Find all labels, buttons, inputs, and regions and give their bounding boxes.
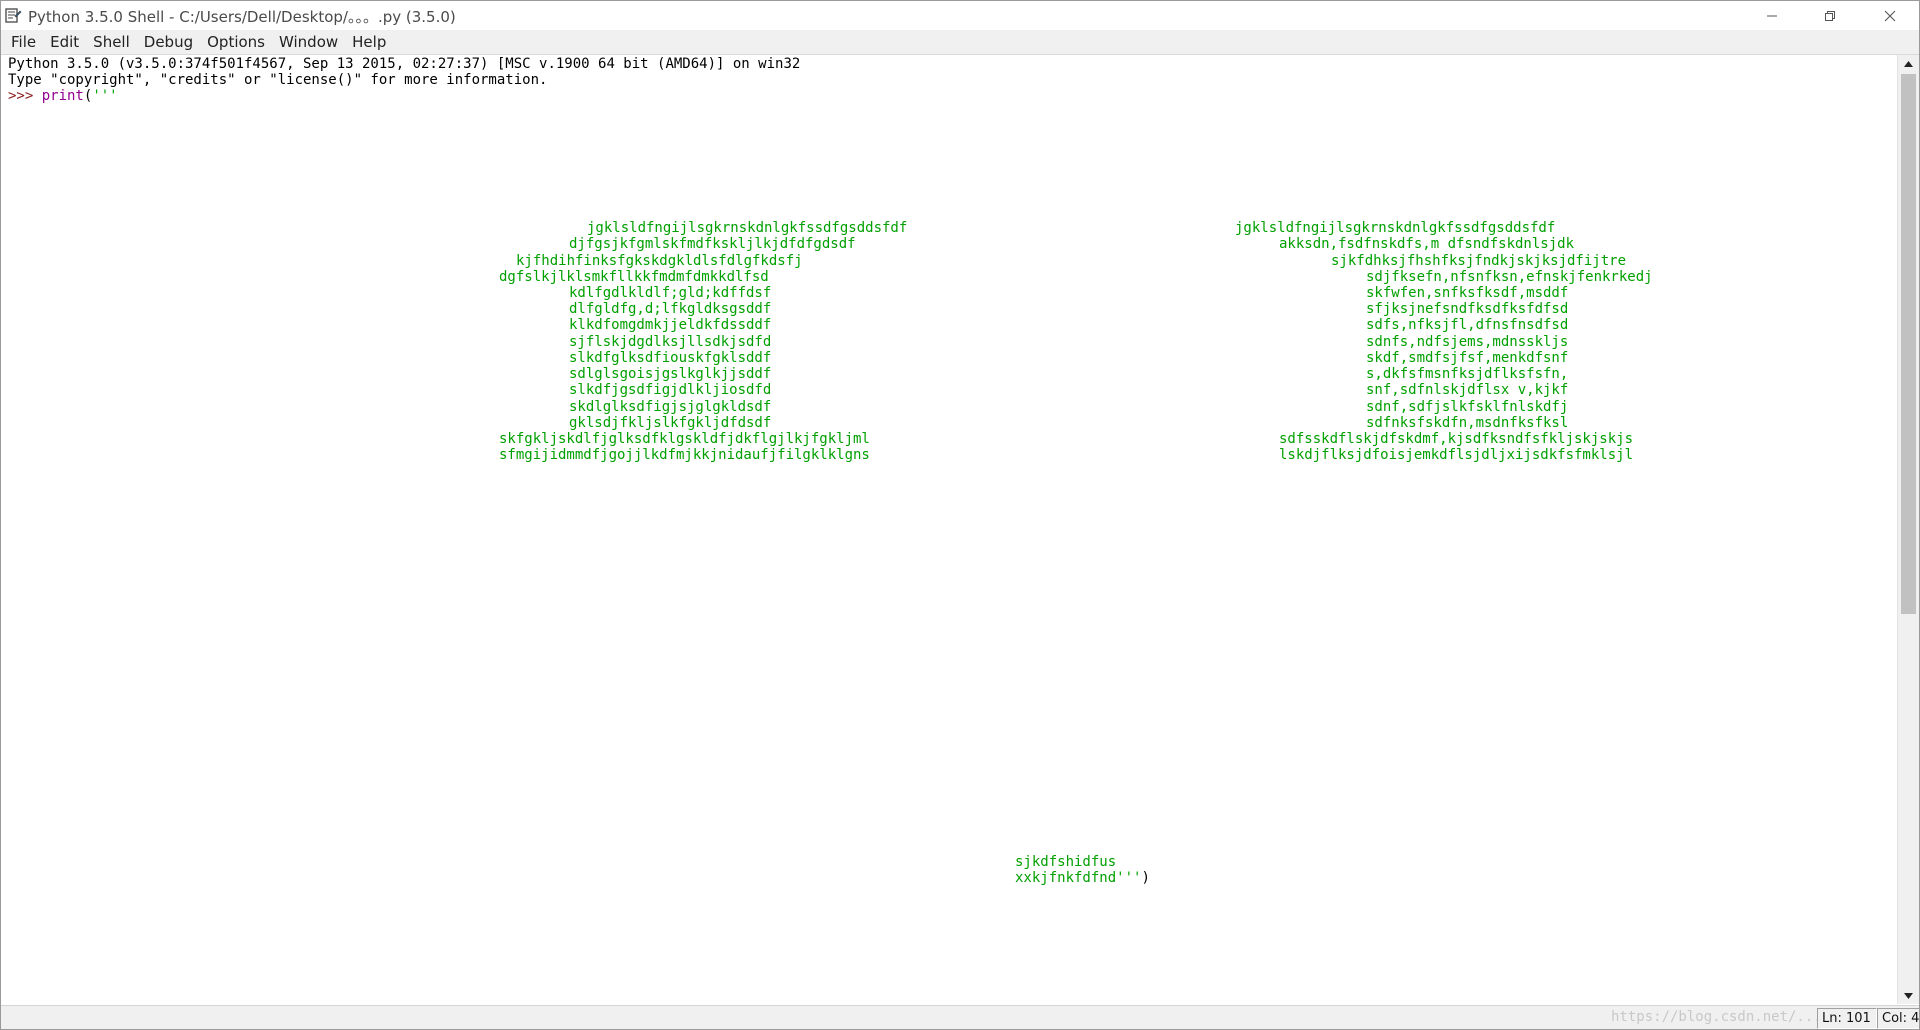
string-line: jgklsldfngijlsgkrnskdnlgkfssdfgsddsfdf xyxy=(587,220,908,236)
minimize-button[interactable] xyxy=(1743,1,1801,30)
print-keyword: print xyxy=(41,88,84,104)
closing-line: xxkjfnkfdfnd''') xyxy=(1015,870,1150,886)
string-line: skfgkljskdlfjglksdfklgskldfjdkflgjlkjfgk… xyxy=(499,431,870,447)
idle-app-icon xyxy=(5,8,22,23)
string-line: sfmgijidmmdfjgojjlkdfmjkkjnidaufjfilgklk… xyxy=(499,447,870,463)
status-column-number: Col: 4 xyxy=(1877,1008,1919,1029)
string-line: kdlfgdlkldlf;gld;kdffdsf xyxy=(569,285,772,301)
string-line: sjflskjdgdlksjllsdkjsdfd xyxy=(569,334,772,350)
arrow-up-icon xyxy=(1904,60,1913,67)
string-line: sfjksjnefsndfksdfksfdfsd xyxy=(1366,301,1569,317)
shell-prompt: >>> xyxy=(8,88,42,104)
string-line: sdfs,nfksjfl,dfnsfnsdfsd xyxy=(1366,317,1569,333)
restore-button[interactable] xyxy=(1801,1,1859,30)
menu-options[interactable]: Options xyxy=(200,30,272,54)
close-triple-quote: ''' xyxy=(1116,870,1142,886)
string-line: kjfhdihfinksfgkskdgkldlsfdlgfkdsfj xyxy=(516,253,803,269)
watermark-text: https://blog.csdn.net/... xyxy=(1611,1009,1822,1025)
string-line: akksdn,fsdfnskdfs,m dfsndfskdnlsjdk xyxy=(1279,236,1575,252)
string-line: slkdfglksdfiouskfgklsddf xyxy=(569,350,772,366)
status-bar: https://blog.csdn.net/... Ln: 101 Col: 4 xyxy=(1,1005,1919,1029)
string-line: snf,sdfnlskjdflsx v,kjkf xyxy=(1366,382,1569,398)
string-line: skdlglksdfigjsjglgkldsdf xyxy=(569,399,772,415)
string-line: sdjfksefn,nfsnfksn,efnskjfenkrkedj xyxy=(1366,269,1653,285)
close-paren: ) xyxy=(1141,870,1150,886)
window-title: Python 3.5.0 Shell - C:/Users/Dell/Deskt… xyxy=(28,8,456,26)
string-line: sdnfs,ndfsjems,mdnsskljs xyxy=(1366,334,1569,350)
minimize-icon xyxy=(1767,15,1777,16)
string-line: xxkjfnkfdfnd xyxy=(1015,870,1117,886)
idle-shell-window: Python 3.5.0 Shell - C:/Users/Dell/Deskt… xyxy=(0,0,1920,1030)
string-line: sjkfdhksjfhshfksjfndkjskjksjdfijtre xyxy=(1331,253,1627,269)
close-button[interactable] xyxy=(1861,1,1919,30)
menu-window[interactable]: Window xyxy=(272,30,345,54)
menu-help[interactable]: Help xyxy=(345,30,393,54)
string-line: sdfsskdflskjdfskdmf,kjsdfksndfsfkljskjsk… xyxy=(1279,431,1634,447)
string-line: sdfnksfskdfn,msdnfksfksl xyxy=(1366,415,1569,431)
vertical-scrollbar[interactable] xyxy=(1897,55,1919,1004)
string-line: s,dkfsfmsnfksjdflksfsfn, xyxy=(1366,366,1569,382)
string-line: lskdjflksjdfoisjemkdflsjdljxijsdkfsfmkls… xyxy=(1279,447,1634,463)
scrollbar-thumb[interactable] xyxy=(1901,74,1916,614)
string-line: klkdfomgdmkjjeldkfdssddf xyxy=(569,317,772,333)
arrow-down-icon xyxy=(1904,992,1913,999)
menu-file[interactable]: File xyxy=(4,30,43,54)
string-line: dgfslkjlklsmkfllkkfmdmfdmkkdlfsd xyxy=(499,269,769,285)
input-line: >>> print(''' xyxy=(8,88,118,104)
string-line: dlfgldfg,d;lfkgldksgsddf xyxy=(569,301,772,317)
banner-line-info: Type "copyright", "credits" or "license(… xyxy=(8,72,548,88)
banner-line-version: Python 3.5.0 (v3.5.0:374f501f4567, Sep 1… xyxy=(8,56,801,72)
string-line: gklsdjfkljslkfgkljdfdsdf xyxy=(569,415,772,431)
string-line: djfgsjkfgmlskfmdfkskljlkjdfdfgdsdf xyxy=(569,236,856,252)
close-icon xyxy=(1884,10,1896,21)
string-line: skfwfen,snfksfksdf,msddf xyxy=(1366,285,1569,301)
string-line: skdf,smdfsjfsf,menkdfsnf xyxy=(1366,350,1569,366)
string-line: jgklsldfngijlsgkrnskdnlgkfssdfgsddsfdf xyxy=(1235,220,1556,236)
scroll-up-button[interactable] xyxy=(1898,55,1919,72)
menu-edit[interactable]: Edit xyxy=(43,30,86,54)
title-bar[interactable]: Python 3.5.0 Shell - C:/Users/Dell/Deskt… xyxy=(1,1,1919,30)
string-line: sdlglsgoisjgslkglkjjsddf xyxy=(569,366,772,382)
menu-bar: File Edit Shell Debug Options Window Hel… xyxy=(1,30,1919,55)
string-line: slkdfjgsdfigjdlkljiosdfd xyxy=(569,382,772,398)
scroll-down-button[interactable] xyxy=(1898,987,1919,1004)
string-line: sdnf,sdfjslkfsklfnlskdfj xyxy=(1366,399,1569,415)
menu-debug[interactable]: Debug xyxy=(137,30,200,54)
restore-icon xyxy=(1825,10,1835,21)
string-line: sjkdfshidfus xyxy=(1015,854,1117,870)
shell-text-area[interactable]: Python 3.5.0 (v3.5.0:374f501f4567, Sep 1… xyxy=(2,55,1895,1003)
open-triple-quote: ''' xyxy=(92,88,118,104)
menu-shell[interactable]: Shell xyxy=(86,30,137,54)
status-line-number: Ln: 101 xyxy=(1817,1008,1877,1029)
